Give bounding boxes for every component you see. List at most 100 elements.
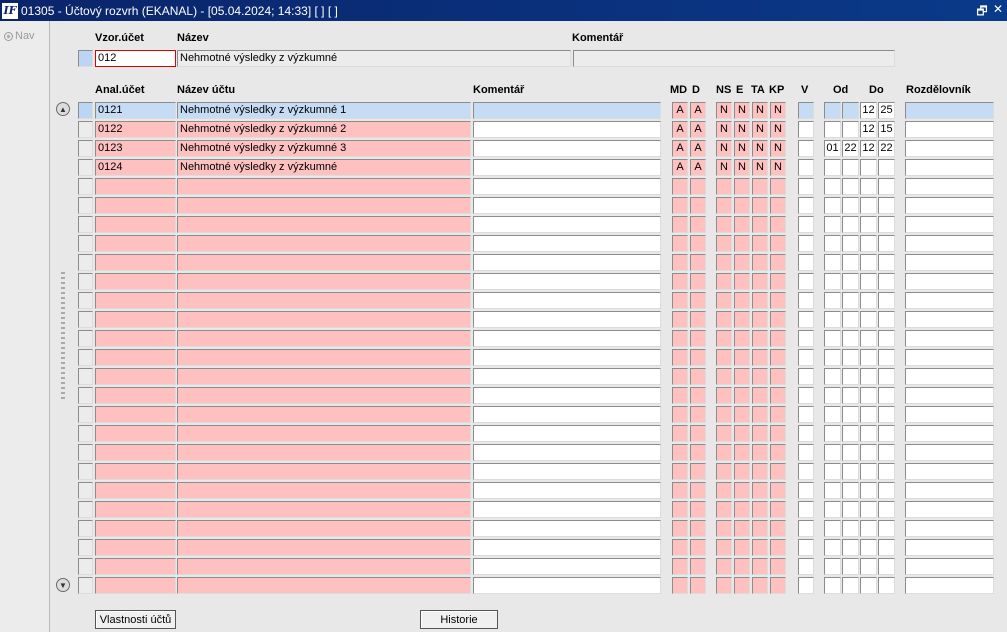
cell-ta[interactable] [752, 330, 768, 347]
cell-ta[interactable]: N [752, 159, 768, 176]
cell-od[interactable] [842, 254, 859, 271]
cell-od[interactable] [824, 558, 841, 575]
cell-od[interactable] [842, 425, 859, 442]
cell-v[interactable] [798, 121, 814, 138]
cell-od[interactable]: 22 [842, 140, 859, 157]
cell-distributor[interactable] [905, 311, 994, 328]
row-indicator[interactable] [78, 159, 93, 176]
history-button[interactable]: Historie [420, 610, 498, 629]
cell-od[interactable] [842, 444, 859, 461]
row-indicator[interactable] [78, 368, 93, 385]
cell-e[interactable] [734, 349, 750, 366]
cell-kp[interactable] [770, 520, 786, 537]
cell-od[interactable] [824, 292, 841, 309]
cell-od[interactable] [842, 463, 859, 480]
cell-do[interactable] [860, 349, 877, 366]
cell-md[interactable]: A [672, 121, 688, 138]
cell-ta[interactable] [752, 368, 768, 385]
cell-do[interactable] [878, 273, 895, 290]
cell-code[interactable] [95, 482, 176, 499]
cell-comment[interactable] [473, 197, 661, 214]
cell-comment[interactable] [473, 425, 661, 442]
cell-od[interactable]: 01 [824, 140, 841, 157]
close-window-icon[interactable]: ✕ [992, 2, 1004, 23]
cell-name[interactable] [177, 197, 471, 214]
master-record-indicator[interactable] [78, 50, 93, 67]
cell-do[interactable] [878, 577, 895, 594]
cell-name[interactable] [177, 577, 471, 594]
cell-ta[interactable] [752, 273, 768, 290]
cell-do[interactable] [860, 463, 877, 480]
row-indicator[interactable] [78, 121, 93, 138]
cell-do[interactable] [860, 159, 877, 176]
cell-do[interactable] [860, 444, 877, 461]
cell-ns[interactable] [716, 311, 732, 328]
row-indicator[interactable] [78, 216, 93, 233]
cell-do[interactable] [878, 463, 895, 480]
cell-v[interactable] [798, 178, 814, 195]
cell-distributor[interactable] [905, 558, 994, 575]
cell-comment[interactable] [473, 178, 661, 195]
cell-v[interactable] [798, 520, 814, 537]
cell-e[interactable] [734, 330, 750, 347]
cell-code[interactable] [95, 425, 176, 442]
cell-kp[interactable] [770, 463, 786, 480]
cell-ns[interactable] [716, 216, 732, 233]
cell-do[interactable] [878, 558, 895, 575]
cell-v[interactable] [798, 558, 814, 575]
cell-d[interactable] [690, 482, 706, 499]
cell-e[interactable] [734, 539, 750, 556]
cell-comment[interactable] [473, 254, 661, 271]
cell-kp[interactable] [770, 197, 786, 214]
cell-e[interactable] [734, 501, 750, 518]
cell-do[interactable] [860, 311, 877, 328]
cell-md[interactable]: A [672, 140, 688, 157]
cell-distributor[interactable] [905, 425, 994, 442]
cell-v[interactable] [798, 311, 814, 328]
cell-od[interactable] [824, 254, 841, 271]
cell-md[interactable] [672, 406, 688, 423]
cell-name[interactable] [177, 273, 471, 290]
cell-e[interactable]: N [734, 159, 750, 176]
cell-od[interactable] [842, 273, 859, 290]
cell-v[interactable] [798, 330, 814, 347]
cell-do[interactable] [860, 330, 877, 347]
cell-ta[interactable] [752, 254, 768, 271]
cell-e[interactable] [734, 197, 750, 214]
cell-od[interactable] [824, 444, 841, 461]
row-indicator[interactable] [78, 387, 93, 404]
cell-v[interactable] [798, 235, 814, 252]
cell-md[interactable] [672, 482, 688, 499]
cell-kp[interactable] [770, 425, 786, 442]
cell-distributor[interactable] [905, 349, 994, 366]
cell-d[interactable] [690, 330, 706, 347]
cell-do[interactable] [860, 539, 877, 556]
cell-do[interactable] [878, 425, 895, 442]
cell-distributor[interactable] [905, 273, 994, 290]
cell-do[interactable] [878, 311, 895, 328]
cell-od[interactable] [842, 539, 859, 556]
cell-v[interactable] [798, 501, 814, 518]
cell-do[interactable] [860, 406, 877, 423]
cell-name[interactable] [177, 235, 471, 252]
cell-do[interactable] [860, 501, 877, 518]
cell-name[interactable] [177, 406, 471, 423]
cell-name[interactable] [177, 425, 471, 442]
cell-od[interactable] [824, 520, 841, 537]
cell-code[interactable]: 0122 [95, 121, 176, 138]
cell-name[interactable] [177, 330, 471, 347]
cell-do[interactable] [878, 349, 895, 366]
cell-code[interactable] [95, 254, 176, 271]
cell-ns[interactable] [716, 482, 732, 499]
cell-d[interactable] [690, 539, 706, 556]
cell-ta[interactable] [752, 501, 768, 518]
cell-e[interactable] [734, 368, 750, 385]
cell-od[interactable] [824, 349, 841, 366]
cell-od[interactable] [824, 406, 841, 423]
cell-comment[interactable] [473, 216, 661, 233]
cell-v[interactable] [798, 444, 814, 461]
cell-v[interactable] [798, 406, 814, 423]
cell-comment[interactable] [473, 482, 661, 499]
cell-do[interactable] [860, 368, 877, 385]
cell-ns[interactable] [716, 178, 732, 195]
